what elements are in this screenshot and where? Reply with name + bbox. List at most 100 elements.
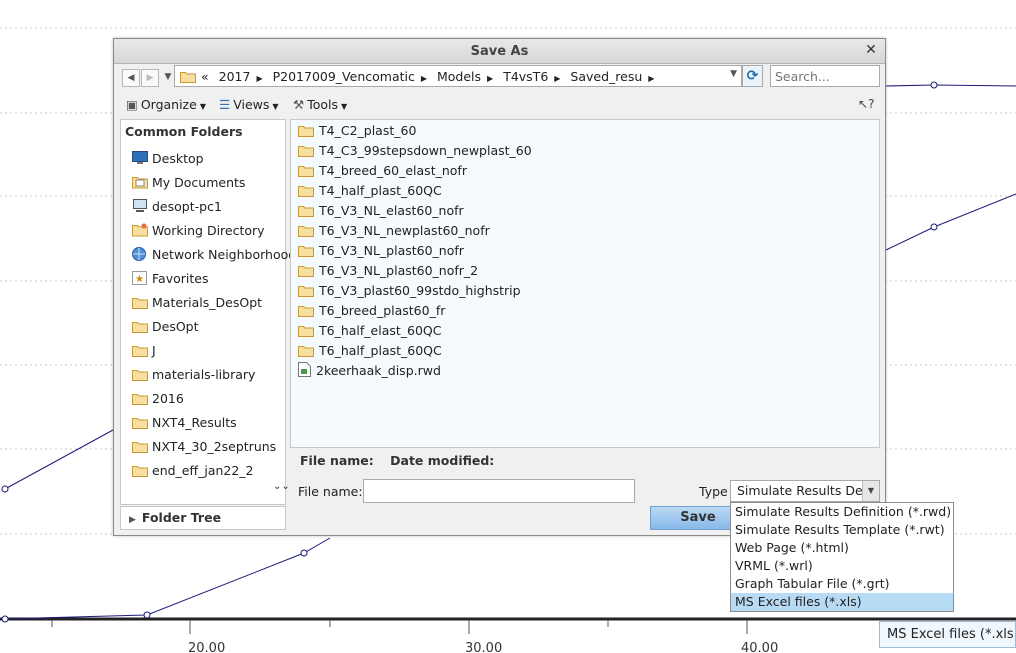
common-folder-label: 2016 (152, 391, 184, 406)
type-option[interactable]: Simulate Results Template (*.rwt) (731, 521, 953, 539)
dialog-titlebar[interactable]: Save As ✕ (114, 39, 885, 64)
folder-list-item[interactable]: T4_C2_plast_60 (298, 121, 416, 141)
folder-list-item[interactable]: T6_V3_NL_elast60_nofr (298, 201, 464, 221)
type-option[interactable]: MS Excel files (*.xls) (731, 593, 953, 611)
folder-tree-label: Folder Tree (141, 510, 222, 525)
common-folder-item[interactable]: Desktop (132, 149, 204, 169)
common-folder-label: materials-library (152, 367, 256, 382)
common-folder-item[interactable]: desopt-pc1 (132, 197, 222, 217)
network-icon (132, 247, 148, 261)
folder-icon (298, 143, 314, 163)
chevron-down-icon[interactable]: ▼ (862, 481, 879, 501)
item-name: T4_half_plast_60QC (319, 183, 442, 198)
type-option[interactable]: Web Page (*.html) (731, 539, 953, 557)
common-folder-item[interactable]: materials-library (132, 365, 255, 385)
svg-text:★: ★ (135, 274, 144, 285)
folder-list-item[interactable]: T6_V3_NL_plast60_nofr_2 (298, 261, 478, 281)
file-name-input[interactable] (363, 479, 635, 503)
common-folder-label: Desktop (152, 151, 204, 166)
address-bar[interactable]: « 2017 ▶ P2017009_Vencomatic ▶ Models ▶ T4v… (174, 65, 742, 87)
common-folder-item[interactable]: My Documents (132, 173, 245, 193)
folder-icon (298, 183, 314, 203)
breadcrumb-item[interactable]: Models (437, 69, 481, 84)
file-list-item[interactable]: 2keerhaak_disp.rwd (298, 361, 441, 381)
views-icon: ☰ (219, 97, 231, 112)
working-directory-icon (132, 223, 148, 237)
breadcrumb-item[interactable]: Saved_resu (570, 69, 642, 84)
desktop-icon (132, 151, 148, 165)
chevron-right-icon[interactable]: ▶ (421, 74, 427, 83)
type-option[interactable]: Simulate Results Definition (*.rwd) (731, 503, 953, 521)
x-axis-ticks (51, 620, 748, 634)
search-input[interactable] (770, 65, 880, 87)
chevron-right-icon[interactable]: ▶ (648, 74, 654, 83)
folder-list-item[interactable]: T4_breed_60_elast_nofr (298, 161, 467, 181)
common-folder-item[interactable]: 2016 (132, 389, 184, 409)
organize-menu[interactable]: ▣ Organize ▼ (126, 97, 206, 112)
folder-list-item[interactable]: T6_half_elast_60QC (298, 321, 442, 341)
folder-list-item[interactable]: T6_V3_plast60_99stdo_highstrip (298, 281, 521, 301)
common-folder-item[interactable]: ★ Favorites (132, 269, 208, 289)
common-folder-item[interactable]: NXT4_Results (132, 413, 237, 433)
refresh-button[interactable]: ⟳ (742, 65, 763, 87)
type-select[interactable]: Simulate Results Defi ▼ (730, 480, 880, 502)
folder-icon (132, 463, 148, 477)
chevron-right-icon[interactable]: ▶ (487, 74, 493, 83)
common-folder-item[interactable]: Network Neighborhood (132, 245, 296, 265)
help-icon: ? (868, 97, 875, 111)
chevron-right-icon[interactable]: ▶ (554, 74, 560, 83)
back-button[interactable]: ◀ (122, 69, 140, 87)
documents-icon (132, 175, 148, 189)
more-folders-icon[interactable]: ⌄⌄ (273, 481, 290, 492)
chevron-down-icon: ▼ (272, 102, 279, 111)
folder-icon (180, 70, 196, 86)
views-menu[interactable]: ☰ Views ▼ (219, 97, 279, 112)
column-headers: File name: Date modified: (300, 453, 506, 468)
tools-menu[interactable]: ⚒ Tools ▼ (293, 97, 347, 112)
type-option[interactable]: Graph Tabular File (*.grt) (731, 575, 953, 593)
forward-button[interactable]: ▶ (141, 69, 159, 87)
folder-list-item[interactable]: T6_V3_NL_newplast60_nofr (298, 221, 490, 241)
chevron-down-icon[interactable]: ▼ (730, 69, 737, 79)
breadcrumb-item[interactable]: P2017009_Vencomatic (273, 69, 415, 84)
breadcrumb-item[interactable]: T4vsT6 (503, 69, 548, 84)
folder-list-item[interactable]: T6_breed_plast60_fr (298, 301, 445, 321)
breadcrumb-overflow[interactable]: « (201, 69, 209, 84)
series-line-right (885, 193, 1016, 251)
dialog-title: Save As (470, 44, 529, 59)
common-folder-item[interactable]: Working Directory (132, 221, 265, 241)
folder-tree-toggle[interactable]: ▶ Folder Tree (120, 506, 286, 530)
type-option[interactable]: VRML (*.wrl) (731, 557, 953, 575)
chevron-right-icon[interactable]: ▶ (256, 74, 262, 83)
save-as-dialog: Save As ✕ ◀ ▶ ▼ « 2017 ▶ P2017009_Vencoma… (113, 38, 886, 536)
organize-label: Organize (140, 97, 197, 112)
item-name: T6_V3_plast60_99stdo_highstrip (319, 283, 521, 298)
common-folder-item[interactable]: NXT4_30_2septruns (132, 437, 276, 457)
column-file-name[interactable]: File name: (300, 453, 374, 468)
folder-list-item[interactable]: T6_V3_NL_plast60_nofr (298, 241, 464, 261)
close-button[interactable]: ✕ (863, 42, 879, 58)
folder-list-item[interactable]: T4_half_plast_60QC (298, 181, 442, 201)
help-button[interactable]: ↖? (858, 97, 874, 111)
common-folder-item[interactable]: Materials_DesOpt (132, 293, 262, 313)
common-folder-label: DesOpt (152, 319, 199, 334)
common-folder-label: desopt-pc1 (152, 199, 222, 214)
common-folder-label: NXT4_30_2septruns (152, 439, 277, 454)
common-folder-item[interactable]: J (132, 341, 156, 361)
column-date-modified[interactable]: Date modified: (390, 453, 494, 468)
breadcrumb-item[interactable]: 2017 (219, 69, 251, 84)
file-list[interactable]: T4_C2_plast_60 T4_C3_99stepsdown_newplast… (290, 119, 880, 448)
folder-icon (298, 203, 314, 223)
item-name: T6_V3_NL_elast60_nofr (319, 203, 464, 218)
item-name: 2keerhaak_disp.rwd (316, 363, 441, 378)
folder-list-item[interactable]: T4_C3_99stepsdown_newplast_60 (298, 141, 532, 161)
folder-list-item[interactable]: T6_half_plast_60QC (298, 341, 442, 361)
organize-icon: ▣ (126, 97, 138, 112)
series-line-bottom (0, 537, 331, 620)
breadcrumb: « 2017 ▶ P2017009_Vencomatic ▶ Models ▶ T4v… (201, 69, 660, 84)
chevron-right-icon: ▶ (129, 515, 136, 525)
tools-icon: ⚒ (293, 97, 305, 112)
x-tick-label: 20.00 (188, 641, 225, 653)
common-folder-item[interactable]: end_eff_jan22_2 (132, 461, 254, 481)
common-folder-item[interactable]: DesOpt (132, 317, 199, 337)
